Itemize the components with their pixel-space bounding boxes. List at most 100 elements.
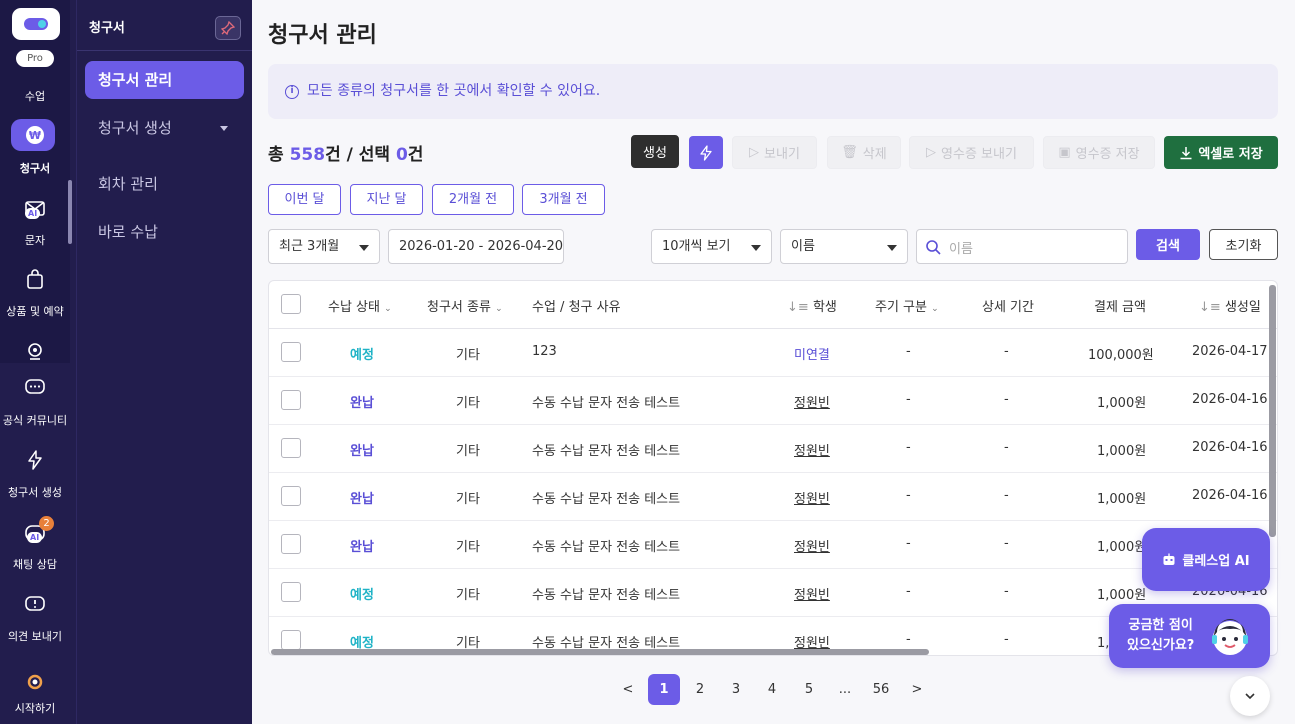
status-badge: 완납	[350, 540, 374, 555]
page-size-value: 10개씩 보기	[662, 239, 731, 254]
total-count: 558	[289, 145, 326, 165]
row-checkbox[interactable]	[281, 534, 301, 554]
cycle-cell: -	[906, 632, 911, 647]
scroll-down-button[interactable]	[1230, 676, 1270, 716]
pagination-page-1[interactable]: 1	[648, 674, 680, 705]
row-checkbox[interactable]	[281, 342, 301, 362]
header-created[interactable]: ↓≡ 생성일	[1199, 296, 1261, 315]
pagination-page-5[interactable]: 5	[793, 674, 825, 705]
period-select[interactable]: 최근 3개월	[268, 229, 380, 264]
filter-last-month[interactable]: 지난 달	[350, 184, 423, 215]
excel-export-button[interactable]: 엑셀로 저장	[1164, 136, 1278, 169]
send-button[interactable]: ▷ 보내기	[732, 136, 817, 169]
type-cell: 기타	[456, 348, 480, 363]
horizontal-scrollbar[interactable]	[271, 649, 929, 655]
sort-icon: ↓≡	[787, 300, 809, 315]
table-row[interactable]: 예정 기타 123 미연결 - - 100,000원 2026-04-17	[269, 329, 1277, 377]
pagination-page-4[interactable]: 4	[756, 674, 788, 705]
pagination-next[interactable]: >	[901, 674, 933, 705]
reset-button[interactable]: 초기화	[1209, 229, 1278, 260]
row-checkbox[interactable]	[281, 630, 301, 650]
student-cell[interactable]: 미연결	[794, 344, 830, 363]
reason-cell: 수동 수납 문자 전송 테스트	[532, 396, 681, 411]
filter-two-months-ago[interactable]: 2개월 전	[432, 184, 514, 215]
rail-item-start[interactable]: 시작하기	[0, 700, 70, 716]
pagination-page-3[interactable]: 3	[720, 674, 752, 705]
delete-button[interactable]: 🗑 삭제	[827, 136, 901, 169]
student-cell[interactable]: 정원빈	[794, 392, 830, 411]
student-cell[interactable]: 정원빈	[794, 488, 830, 507]
row-checkbox[interactable]	[281, 390, 301, 410]
header-amount: 결제 금액	[1094, 300, 1146, 315]
sidebar-item-invoice-create[interactable]: 청구서 생성	[85, 109, 244, 147]
send-receipt-button[interactable]: ▷ 영수증 보내기	[909, 136, 1034, 169]
cycle-cell: -	[906, 488, 911, 503]
pagination-page-2[interactable]: 2	[684, 674, 716, 705]
row-checkbox[interactable]	[281, 486, 301, 506]
notice-text: 모든 종류의 청구서를 한 곳에서 확인할 수 있어요.	[307, 83, 601, 99]
rail-item-create-invoice[interactable]: 청구서 생성	[0, 484, 70, 500]
search-placeholder: 이름	[949, 242, 973, 257]
type-cell: 기타	[456, 492, 480, 507]
search-button[interactable]: 검색	[1136, 229, 1200, 260]
search-input[interactable]: 이름	[916, 229, 1128, 264]
status-badge: 예정	[350, 348, 374, 363]
select-all-checkbox[interactable]	[281, 294, 301, 314]
app-logo[interactable]	[12, 8, 60, 40]
sidebar-title: 청구서	[89, 21, 125, 36]
table-row[interactable]: 완납 기타 수동 수납 문자 전송 테스트 정원빈 - - 1,000원 202…	[269, 377, 1277, 425]
filter-this-month[interactable]: 이번 달	[268, 184, 341, 215]
rail-item-feedback[interactable]: 의견 보내기	[0, 628, 70, 644]
lightning-icon	[700, 144, 712, 161]
period-cell: -	[1004, 344, 1009, 359]
chevron-down-icon: ⌄	[931, 304, 939, 314]
chat-count-badge: 2	[39, 516, 54, 531]
date-range-input[interactable]: 2026-01-20 - 2026-04-20	[388, 229, 564, 264]
row-checkbox[interactable]	[281, 438, 301, 458]
header-status[interactable]: 수납 상태 ⌄	[328, 296, 392, 315]
created-cell: 2026-04-16	[1192, 488, 1268, 503]
student-cell[interactable]: 정원빈	[794, 584, 830, 603]
start-icon	[22, 668, 48, 694]
rail-item-products[interactable]: 상품 및 예약	[0, 303, 70, 319]
create-button[interactable]: 생성	[631, 135, 679, 168]
help-line-2: 있으신가요?	[1127, 638, 1195, 653]
rail-item-community[interactable]: 공식 커뮤니티	[0, 412, 70, 428]
header-cycle[interactable]: 주기 구분 ⌄	[875, 296, 939, 315]
search-field-select[interactable]: 이름	[780, 229, 908, 264]
save-receipt-button[interactable]: ▣ 영수증 저장	[1043, 136, 1155, 169]
header-label: 수납 상태	[328, 300, 380, 315]
summary-mid: 건 / 선택	[325, 145, 396, 165]
rail-item-chat-support[interactable]: 채팅 상담	[0, 556, 70, 572]
table-row[interactable]: 완납 기타 수동 수납 문자 전송 테스트 정원빈 - - 1,000원 202…	[269, 425, 1277, 473]
rail-item-class[interactable]: 수업	[0, 88, 70, 104]
sidebar-item-invoice-manage[interactable]: 청구서 관리	[85, 61, 244, 99]
sidebar-item-round-manage[interactable]: 회차 관리	[85, 165, 244, 203]
help-chat-button[interactable]: 궁금한 점이 있으신가요?	[1109, 604, 1270, 668]
vertical-scrollbar[interactable]	[1269, 285, 1276, 537]
filter-three-months-ago[interactable]: 3개월 전	[522, 184, 605, 215]
rail-item-invoice[interactable]: 청구서	[0, 160, 70, 176]
page-size-select[interactable]: 10개씩 보기	[651, 229, 772, 264]
send-icon: ▷	[749, 145, 760, 160]
pro-badge: Pro	[16, 50, 54, 67]
header-student[interactable]: ↓≡ 학생	[787, 296, 837, 315]
table-row[interactable]: 완납 기타 수동 수납 문자 전송 테스트 정원빈 - - 1,000원 202…	[269, 473, 1277, 521]
search-field-value: 이름	[791, 239, 815, 254]
pagination-prev[interactable]: <	[612, 674, 644, 705]
pin-button[interactable]	[215, 16, 241, 40]
student-cell[interactable]: 정원빈	[794, 536, 830, 555]
row-checkbox[interactable]	[281, 582, 301, 602]
won-icon: ₩	[22, 122, 48, 148]
student-cell[interactable]: 정원빈	[794, 440, 830, 459]
pagination-page-last[interactable]: 56	[865, 674, 897, 705]
quick-create-button[interactable]	[689, 136, 723, 169]
header-type[interactable]: 청구서 종류 ⌄	[427, 296, 503, 315]
classup-ai-button[interactable]: 클레스업 AI	[1142, 528, 1270, 591]
pagination-ellipsis: ...	[838, 682, 852, 697]
sidebar-item-direct-payment[interactable]: 바로 수납	[85, 213, 244, 251]
table-row[interactable]: 완납 기타 수동 수납 문자 전송 테스트 정원빈 - - 1,000원 202…	[269, 521, 1277, 569]
created-cell: 2026-04-16	[1192, 440, 1268, 455]
rail-scrollbar[interactable]	[68, 180, 72, 244]
rail-item-message[interactable]: 문자	[0, 232, 70, 248]
